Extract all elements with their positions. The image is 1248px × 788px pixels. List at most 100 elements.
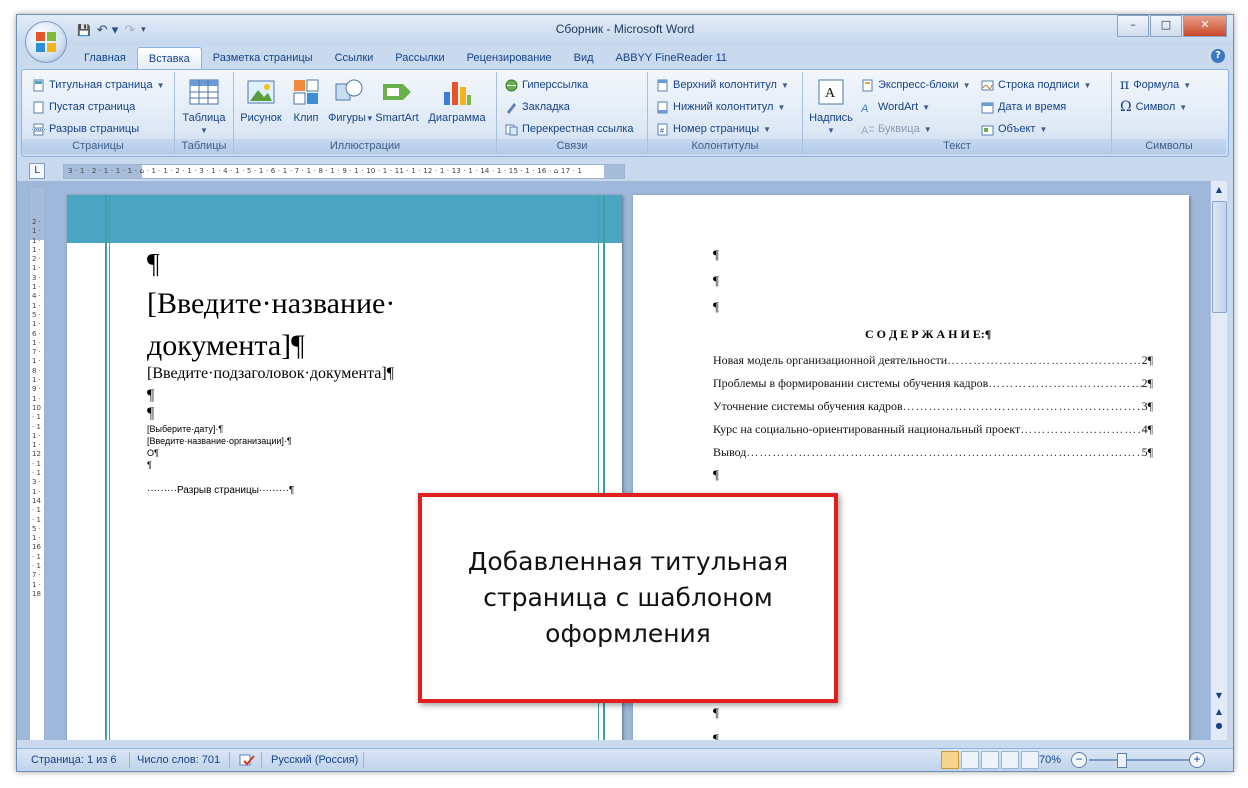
hyperlink-button[interactable]: Гиперссылка (505, 76, 588, 94)
zoom-out-button[interactable]: − (1071, 752, 1087, 768)
toc-entry[interactable]: Курс на социально-ориентированный национ… (713, 422, 1153, 437)
page-break-icon (32, 123, 45, 135)
smartart-button[interactable]: SmartArt (372, 76, 422, 124)
proofing-icon[interactable] (239, 749, 255, 771)
previous-page-icon[interactable]: ▲ (1212, 705, 1226, 719)
web-layout-view-button[interactable] (981, 751, 999, 769)
shapes-icon (335, 79, 363, 101)
zoom-level[interactable]: 70% (1039, 749, 1061, 771)
status-bar: Страница: 1 из 6 Число слов: 701 Русский… (17, 748, 1233, 771)
toc-entry[interactable]: Новая модель организационной деятельност… (713, 353, 1153, 368)
help-icon[interactable]: ? (1211, 49, 1225, 63)
scroll-down-icon[interactable]: ▼ (1212, 689, 1226, 703)
zoom-slider[interactable] (1089, 759, 1189, 761)
cover-page-button[interactable]: Титульная страница ▼ (32, 76, 165, 94)
header-button[interactable]: Верхний колонтитул ▼ (656, 76, 789, 94)
language-status[interactable]: Русский (Россия) (271, 749, 358, 771)
group-label-pages: Страницы (22, 139, 174, 154)
group-text: A Надпись ▼ Экспресс-блоки ▼ A WordArt ▼ A … (803, 72, 1112, 154)
scroll-up-icon[interactable]: ▲ (1212, 183, 1226, 197)
horizontal-ruler[interactable]: 3 · 1 · 2 · 1 · 1 · 1 · ⌂ · 1 · 1 · 2 · … (63, 164, 625, 179)
toc-entry[interactable]: Проблемы в формировании системы обучения… (713, 376, 1153, 391)
picture-button[interactable]: Рисунок (238, 76, 284, 124)
text-box-button[interactable]: A Надпись ▼ (807, 76, 855, 136)
word-count-status[interactable]: Число слов: 701 (137, 749, 220, 771)
text-cursor-paragraph[interactable]: ¶ (147, 249, 160, 281)
hyperlink-icon (505, 79, 518, 91)
paragraph-mark: ¶ (713, 731, 719, 740)
vertical-scrollbar[interactable]: ▲ ▼ ▲ ● (1210, 181, 1227, 740)
cross-reference-button[interactable]: Перекрестная ссылка (505, 120, 634, 138)
toc-entry[interactable]: Вывод……………………………………………………………………………………………… (713, 445, 1153, 460)
svg-text:#: # (660, 128, 664, 135)
bookmark-button[interactable]: Закладка (505, 98, 570, 116)
omega-icon: Ω (1120, 99, 1132, 115)
chevron-down-icon: ▼ (962, 80, 971, 90)
document-title-placeholder-line2[interactable]: документа]¶ (147, 329, 305, 363)
chevron-down-icon: ▼ (763, 124, 772, 134)
equation-button[interactable]: π Формула ▼ (1120, 76, 1191, 94)
browse-object-icon[interactable]: ● (1212, 719, 1226, 733)
header-icon (657, 79, 668, 91)
wordart-button[interactable]: A WordArt ▼ (861, 98, 930, 116)
page-count-status[interactable]: Страница: 1 из 6 (31, 749, 117, 771)
page-break-button[interactable]: Разрыв страницы (32, 120, 139, 138)
tab-insert[interactable]: Вставка (136, 47, 202, 69)
group-symbols: π Формула ▼ Ω Символ ▼ Символы (1112, 72, 1226, 154)
tab-abbyy[interactable]: ABBYY FineReader 11 (605, 47, 739, 69)
office-button[interactable] (25, 21, 67, 63)
paragraph-mark: ¶ (713, 247, 719, 262)
group-pages: Титульная страница ▼ Пустая страница Разр… (22, 72, 175, 154)
organization-placeholder[interactable]: [Введите·название·организации]·¶ (147, 436, 292, 446)
table-button[interactable]: Таблица ▼ (179, 76, 229, 136)
maximize-button[interactable]: □ (1150, 15, 1182, 37)
blank-page-icon (33, 101, 44, 113)
page-number-button[interactable]: # Номер страницы ▼ (656, 120, 771, 138)
chevron-down-icon: ▼ (156, 80, 165, 90)
zoom-in-button[interactable]: + (1189, 752, 1205, 768)
footer-button[interactable]: Нижний колонтитул ▼ (656, 98, 785, 116)
chevron-down-icon: ▼ (1083, 80, 1092, 90)
tab-mailings[interactable]: Рассылки (384, 47, 455, 69)
outline-view-button[interactable] (1001, 751, 1019, 769)
close-button[interactable]: ✕ (1183, 15, 1227, 37)
pi-icon: π (1120, 77, 1130, 93)
tab-view[interactable]: Вид (563, 47, 605, 69)
paragraph-mark: ¶ (147, 460, 152, 470)
chevron-down-icon: ▼ (827, 126, 835, 135)
ruler-row: L 3 · 1 · 2 · 1 · 1 · 1 · ⌂ · 1 · 1 · 2 … (17, 159, 1233, 181)
scrollbar-thumb[interactable] (1212, 201, 1227, 313)
object-button[interactable]: Объект ▼ (981, 120, 1047, 138)
contents-heading: С О Д Е Р Ж А Н И Е:¶ (865, 327, 992, 341)
quick-parts-button[interactable]: Экспресс-блоки ▼ (861, 76, 971, 94)
date-placeholder[interactable]: [Выберите·дату]·¶ (147, 424, 223, 434)
cover-page-header-band (67, 195, 622, 243)
toc-entry[interactable]: Уточнение системы обучения кадров…………………… (713, 399, 1153, 414)
date-time-button[interactable]: Дата и время (981, 98, 1066, 116)
document-subtitle-placeholder[interactable]: [Введите·подзаголовок·документа]¶ (147, 365, 394, 383)
vertical-ruler[interactable]: 2 · 1 · 1 · 1 · 2 · 1 · 3 · 1 · 4 · 1 · … (29, 187, 45, 740)
drop-cap-button[interactable]: A Буквица ▼ (861, 120, 932, 138)
symbol-button[interactable]: Ω Символ ▼ (1120, 98, 1187, 116)
object-icon (981, 125, 994, 135)
document-title-placeholder[interactable]: [Введите·название· (147, 287, 395, 321)
zoom-slider-handle[interactable] (1117, 753, 1127, 768)
shapes-button[interactable]: Фигуры▼ (328, 76, 374, 124)
tab-review[interactable]: Рецензирование (456, 47, 563, 69)
signature-line-button[interactable]: Строка подписи ▼ (981, 76, 1091, 94)
tab-page-layout[interactable]: Разметка страницы (202, 47, 324, 69)
tab-selector[interactable]: L (29, 163, 45, 179)
print-layout-view-button[interactable] (941, 751, 959, 769)
full-screen-view-button[interactable] (961, 751, 979, 769)
office-logo-icon (36, 32, 56, 52)
draft-view-button[interactable] (1021, 751, 1039, 769)
chart-button[interactable]: Диаграмма (426, 76, 488, 124)
tab-references[interactable]: Ссылки (324, 47, 385, 69)
quick-parts-icon (862, 79, 873, 91)
chart-icon (444, 82, 471, 105)
chevron-down-icon: ▼ (780, 80, 789, 90)
blank-page-button[interactable]: Пустая страница (32, 98, 135, 116)
minimize-button[interactable]: – (1117, 15, 1149, 37)
clip-art-button[interactable]: Клип (288, 76, 324, 124)
tab-home[interactable]: Главная (73, 47, 137, 69)
